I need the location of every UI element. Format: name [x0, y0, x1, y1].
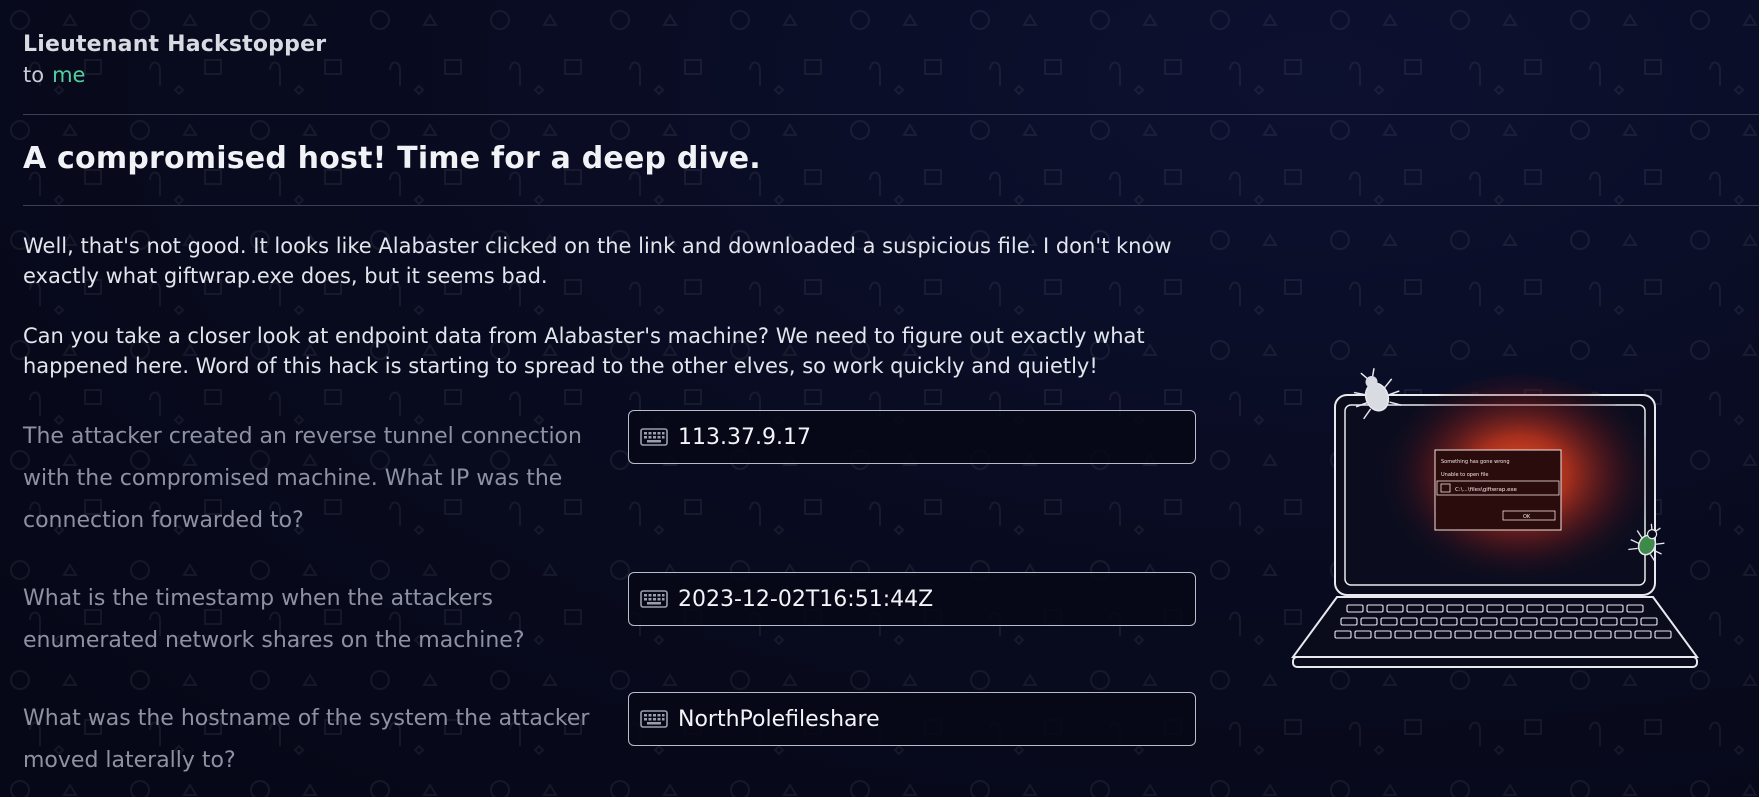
answer-field[interactable] — [628, 692, 1196, 746]
subject-divider — [23, 205, 1759, 206]
answer-field[interactable] — [628, 572, 1196, 626]
question-text: What is the timestamp when the attackers… — [23, 586, 525, 653]
message-paragraph: Well, that's not good. It looks like Ala… — [23, 234, 1172, 288]
answer-field[interactable] — [628, 410, 1196, 464]
question-text: What was the hostname of the system the … — [23, 706, 590, 773]
message-view: Lieutenant Hackstopper to me A compromise… — [0, 0, 1759, 797]
answer-input[interactable] — [678, 424, 1178, 450]
compromised-laptop-illustration: Something has gone wrong Unable to open … — [1291, 368, 1699, 668]
keyboard-icon — [640, 428, 668, 446]
message-paragraph: Can you take a closer look at endpoint d… — [23, 324, 1145, 378]
answer-input[interactable] — [678, 706, 1178, 732]
dialog-path: C:\...\files\giftwrap.exe — [1455, 487, 1517, 493]
sender-name: Lieutenant Hackstopper — [23, 32, 327, 57]
question-text: The attacker created an reverse tunnel c… — [23, 424, 582, 533]
recipient-name: me — [52, 63, 86, 87]
to-label: to — [23, 63, 45, 87]
header-divider — [23, 114, 1759, 115]
dialog-title: Something has gone wrong — [1441, 459, 1510, 465]
dialog-ok-label: OK — [1523, 514, 1531, 520]
recipient-line: to me — [23, 63, 85, 87]
keyboard-icon — [640, 710, 668, 728]
dialog-subtitle: Unable to open file — [1441, 472, 1488, 478]
keyboard-icon — [640, 590, 668, 608]
message-subject: A compromised host! Time for a deep dive… — [23, 141, 761, 176]
answer-input[interactable] — [678, 586, 1178, 612]
error-dialog: Something has gone wrong Unable to open … — [1434, 449, 1562, 531]
